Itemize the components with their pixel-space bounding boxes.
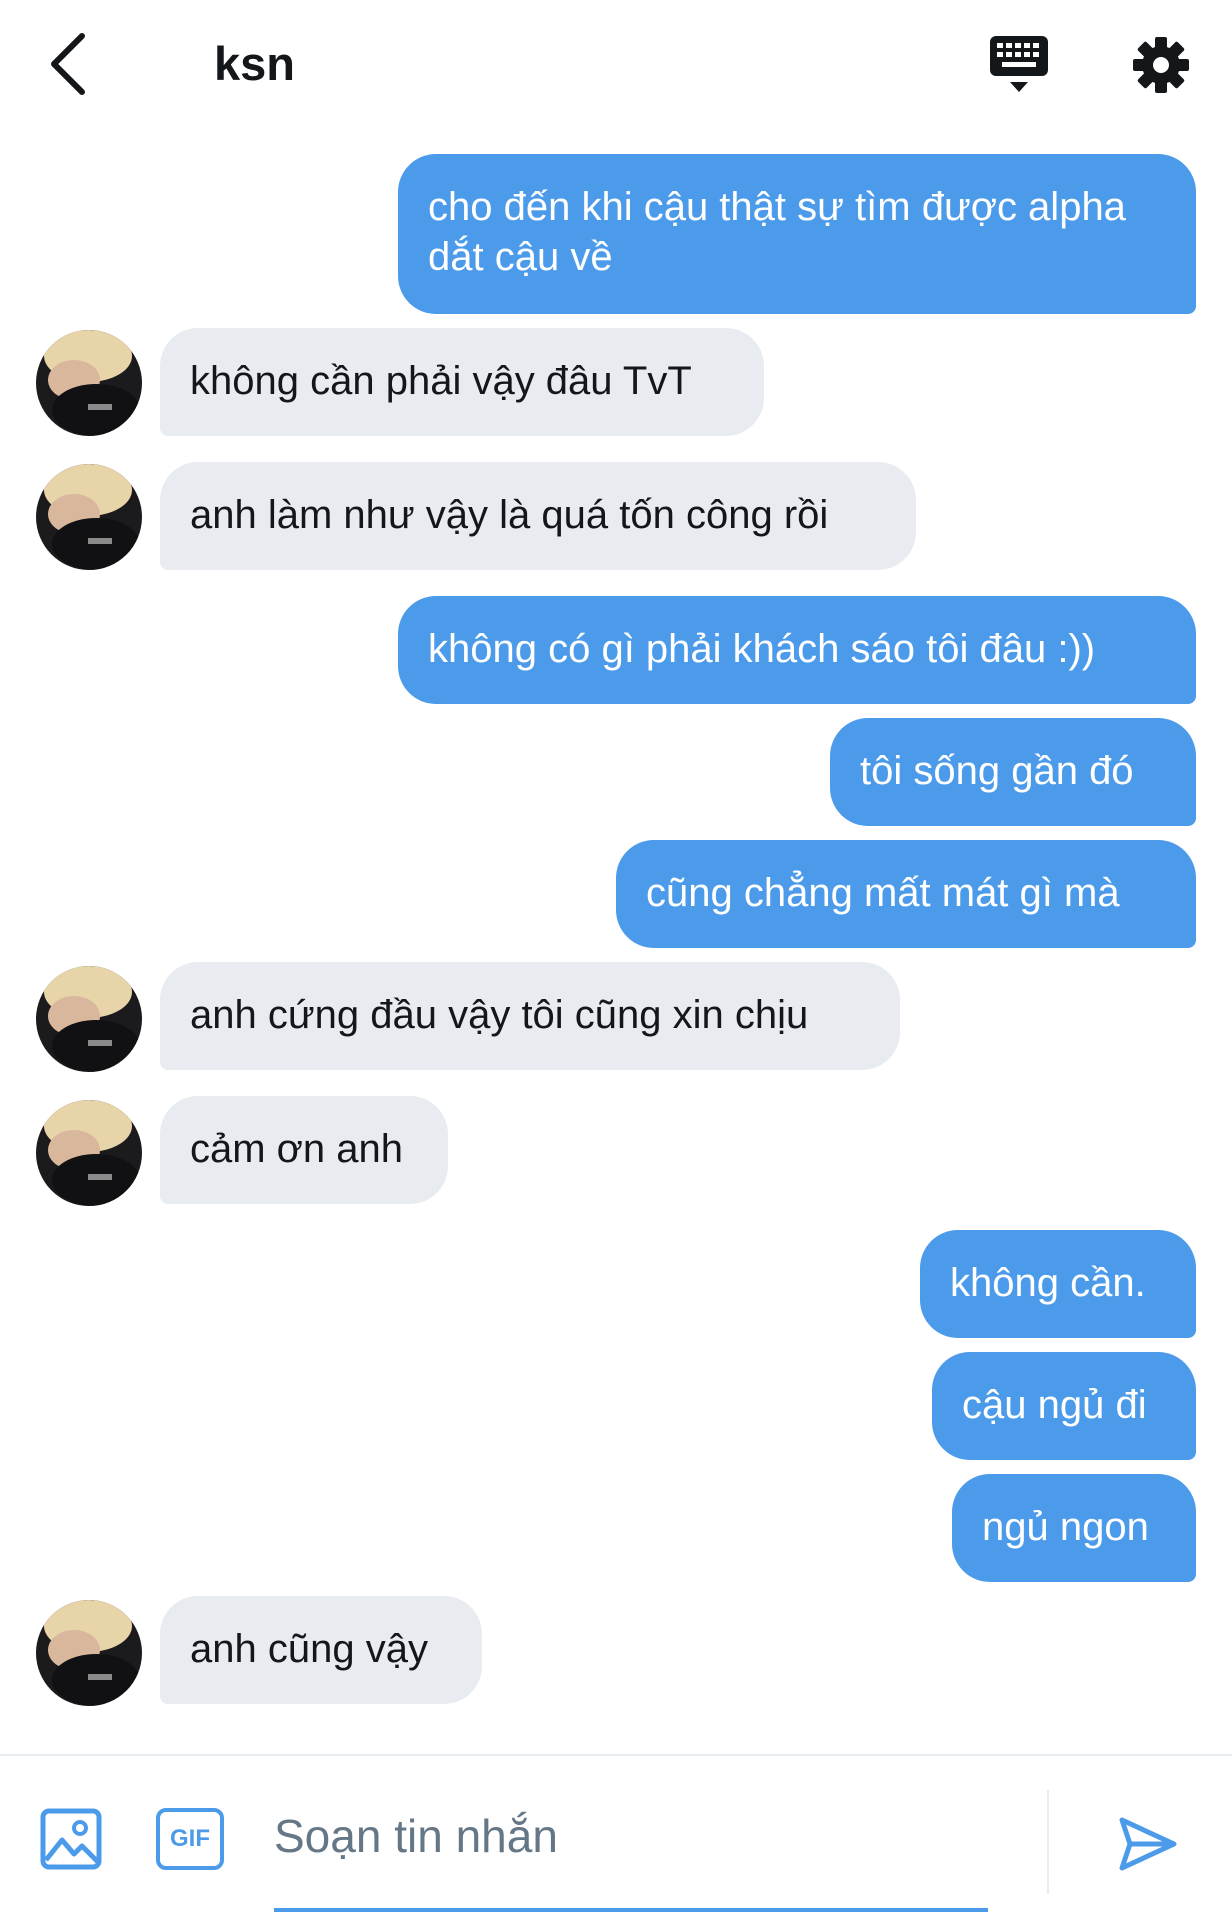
composer-divider <box>1047 1790 1049 1894</box>
avatar-photo <box>36 966 142 1072</box>
back-button[interactable] <box>36 28 100 100</box>
message-bubble-received[interactable]: anh làm như vậy là quá tốn công rồi <box>160 462 916 570</box>
message-input[interactable] <box>274 1796 986 1876</box>
avatar-photo <box>36 1100 142 1206</box>
gear-icon <box>1133 37 1189 93</box>
gif-label: GIF <box>170 1825 210 1852</box>
conversation-header: ksn <box>0 0 1232 130</box>
keyboard-button[interactable] <box>984 30 1054 100</box>
avatar[interactable] <box>36 464 142 570</box>
avatar-photo <box>36 330 142 436</box>
avatar[interactable] <box>36 330 142 436</box>
message-input-underline <box>274 1908 988 1912</box>
message-bubble-received[interactable]: cảm ơn anh <box>160 1096 448 1204</box>
chevron-left-icon <box>51 33 85 95</box>
message-bubble-received[interactable]: anh cũng vậy <box>160 1596 482 1704</box>
message-bubble-sent[interactable]: tôi sống gần đó <box>830 718 1196 826</box>
avatar-photo <box>36 464 142 570</box>
avatar[interactable] <box>36 1100 142 1206</box>
message-bubble-sent[interactable]: cũng chẳng mất mát gì mà <box>616 840 1196 948</box>
settings-button[interactable] <box>1126 30 1196 100</box>
message-bubble-sent[interactable]: cho đến khi cậu thật sự tìm được alpha d… <box>398 154 1196 314</box>
image-icon <box>40 1808 102 1870</box>
avatar[interactable] <box>36 1600 142 1706</box>
send-button[interactable] <box>1112 1808 1184 1880</box>
message-bubble-sent[interactable]: không có gì phải khách sáo tôi đâu :)) <box>398 596 1196 704</box>
send-icon <box>1119 1817 1177 1871</box>
message-bubble-sent[interactable]: không cần. <box>920 1230 1196 1338</box>
avatar[interactable] <box>36 966 142 1072</box>
conversation-title[interactable]: ksn <box>214 32 295 96</box>
message-composer: GIF <box>0 1754 1232 1922</box>
message-bubble-received[interactable]: anh cứng đầu vậy tôi cũng xin chịu <box>160 962 900 1070</box>
message-bubble-received[interactable]: không cần phải vậy đâu TvT <box>160 328 764 436</box>
message-bubble-sent[interactable]: ngủ ngon <box>952 1474 1196 1582</box>
keyboard-icon <box>990 36 1048 92</box>
avatar-photo <box>36 1600 142 1706</box>
gif-button[interactable]: GIF <box>156 1808 224 1870</box>
add-media-button[interactable] <box>38 1806 104 1872</box>
message-bubble-sent[interactable]: cậu ngủ đi <box>932 1352 1196 1460</box>
